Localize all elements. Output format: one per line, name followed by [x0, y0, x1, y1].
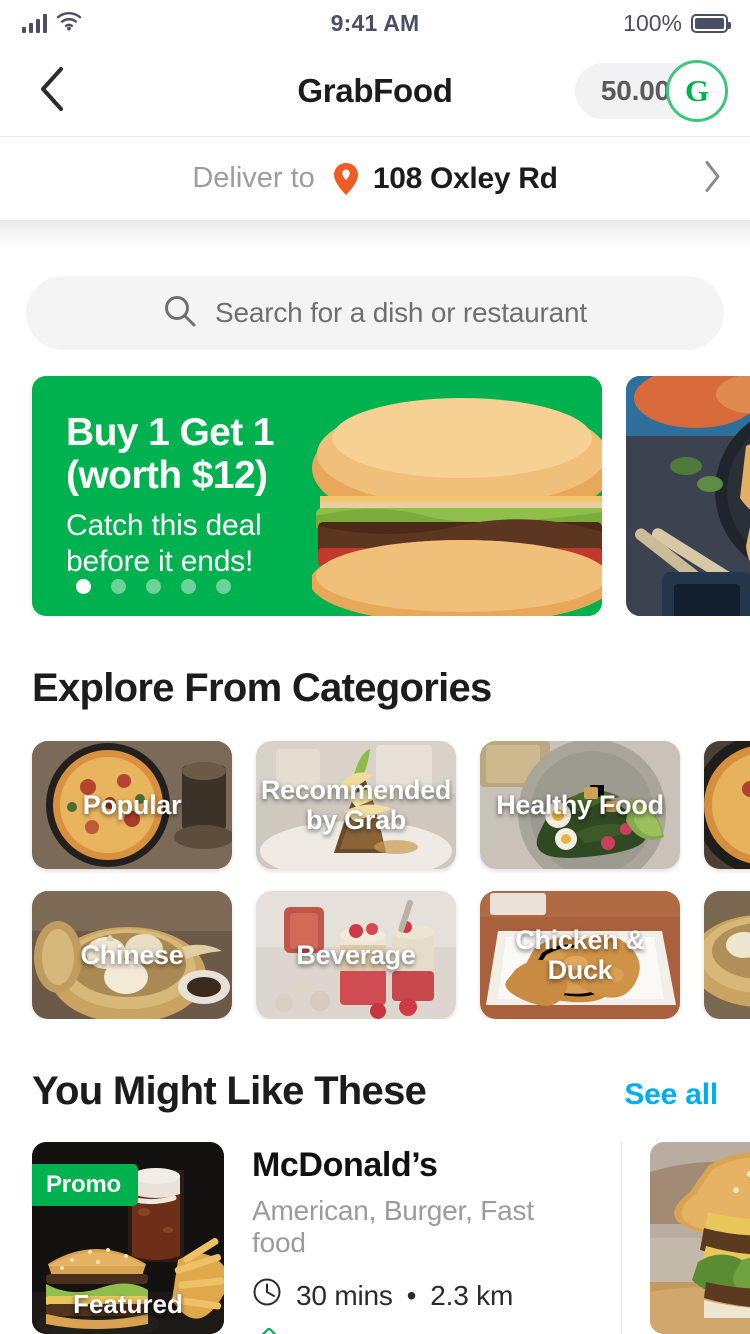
grabpay-logo-icon: G: [666, 60, 728, 122]
restaurant-card-next[interactable]: [622, 1142, 750, 1334]
carousel-dot-5[interactable]: [216, 579, 231, 594]
category-label: Chinese: [80, 939, 184, 970]
categories-grid[interactable]: Popular Recommended by Grab Healthy Food…: [0, 741, 750, 1019]
restaurant-info: McDonald’s American, Burger, Fast food 3…: [252, 1142, 593, 1334]
category-tile-popular[interactable]: Popular: [32, 741, 232, 869]
promo-subtitle-line1: Catch this deal: [66, 508, 262, 542]
dumplings-photo: [626, 376, 750, 616]
category-label: Recommended by Grab: [260, 774, 452, 835]
section-divider: [0, 220, 750, 250]
promo-banner[interactable]: Buy 1 Get 1 (worth $12) Catch this deal …: [32, 376, 602, 616]
search-section: Search for a dish or restaurant: [0, 250, 750, 350]
restaurant-deal: Combo Deals: [252, 1327, 593, 1334]
wallet-button[interactable]: 50.00 G: [574, 60, 728, 122]
category-label: [704, 741, 750, 869]
recommend-section-header: You Might Like These See all: [0, 1069, 750, 1114]
right-chevron-icon: [702, 159, 722, 198]
promo-banner-copy: Buy 1 Get 1 (worth $12) Catch this deal …: [32, 376, 362, 581]
recommend-section-title: You Might Like These: [32, 1069, 427, 1113]
promo-banner-carousel[interactable]: Buy 1 Get 1 (worth $12) Catch this deal …: [0, 376, 750, 616]
promo-title-line1: Buy 1 Get 1: [66, 411, 275, 454]
categories-row-2: Chinese Beverage Chicken & Duck: [32, 891, 750, 1019]
delivery-distance: 2.3 km: [430, 1279, 514, 1311]
carousel-dot-3[interactable]: [146, 579, 161, 594]
category-label: Popular: [82, 789, 182, 820]
promo-title-line2: (worth $12): [66, 453, 268, 497]
promo-subtitle-line2: before it ends!: [66, 545, 254, 579]
carousel-dot-1[interactable]: [76, 579, 91, 594]
clock-icon: [252, 1277, 282, 1314]
category-label: Healthy Food: [496, 789, 664, 820]
carousel-dot-2[interactable]: [111, 579, 126, 594]
search-icon: [163, 294, 197, 333]
carousel-dot-4[interactable]: [181, 579, 196, 594]
search-placeholder: Search for a dish or restaurant: [215, 297, 587, 328]
promo-badge: Promo: [32, 1164, 139, 1206]
restaurant-list[interactable]: Promo Featured McDonald’s American, Burg…: [0, 1142, 750, 1334]
category-tile-recommended-by-grab[interactable]: Recommended by Grab: [256, 741, 456, 869]
restaurant-thumbnail-next: [650, 1142, 750, 1334]
category-tile-next-row1[interactable]: [704, 741, 750, 869]
app-header: GrabFood 50.00 G: [0, 46, 750, 136]
categories-section-title: Explore From Categories: [32, 666, 492, 710]
battery-percent-label: 100%: [623, 9, 682, 36]
grabfood-home-screen: 9:41 AM 100% GrabFood 50.00 G Deliver to…: [0, 0, 750, 1334]
burger-photo-partial: [650, 1142, 750, 1334]
search-input[interactable]: Search for a dish or restaurant: [26, 276, 724, 350]
category-label: Chicken & Duck: [515, 924, 645, 985]
location-pin-icon: [331, 162, 361, 195]
categories-section-header: Explore From Categories: [0, 666, 750, 711]
category-tile-healthy-food[interactable]: Healthy Food: [480, 741, 680, 869]
category-tile-next-row2[interactable]: [704, 891, 750, 1019]
category-tile-beverage[interactable]: Beverage: [256, 891, 456, 1019]
delivery-address-bar[interactable]: Deliver to 108 Oxley Rd: [0, 136, 750, 220]
delivery-address-value: 108 Oxley Rd: [372, 161, 558, 195]
restaurant-meta: 30 mins • 2.3 km: [252, 1277, 593, 1314]
featured-label: Featured: [73, 1289, 183, 1319]
battery-full-icon: [691, 13, 731, 33]
category-tile-chinese[interactable]: Chinese: [32, 891, 232, 1019]
deliver-to-label: Deliver to: [192, 162, 315, 194]
categories-row-1: Popular Recommended by Grab Healthy Food: [32, 741, 750, 869]
status-bar: 9:41 AM 100%: [0, 0, 750, 46]
category-tile-chicken-and-duck[interactable]: Chicken & Duck: [480, 891, 680, 1019]
promo-banner-next[interactable]: [626, 376, 750, 616]
meta-separator: •: [406, 1279, 417, 1311]
restaurant-name: McDonald’s: [252, 1146, 438, 1184]
tag-icon: [252, 1327, 284, 1334]
status-bar-right: 100%: [623, 9, 731, 37]
restaurant-card[interactable]: Promo Featured McDonald’s American, Burg…: [32, 1142, 622, 1334]
see-all-link[interactable]: See all: [624, 1078, 718, 1112]
delivery-time: 30 mins: [296, 1279, 393, 1311]
restaurant-cuisine: American, Burger, Fast food: [252, 1195, 534, 1258]
category-label: Beverage: [296, 939, 416, 970]
restaurant-thumbnail: Promo Featured: [32, 1142, 224, 1334]
category-label: [704, 891, 750, 1019]
carousel-dots[interactable]: [76, 579, 231, 594]
